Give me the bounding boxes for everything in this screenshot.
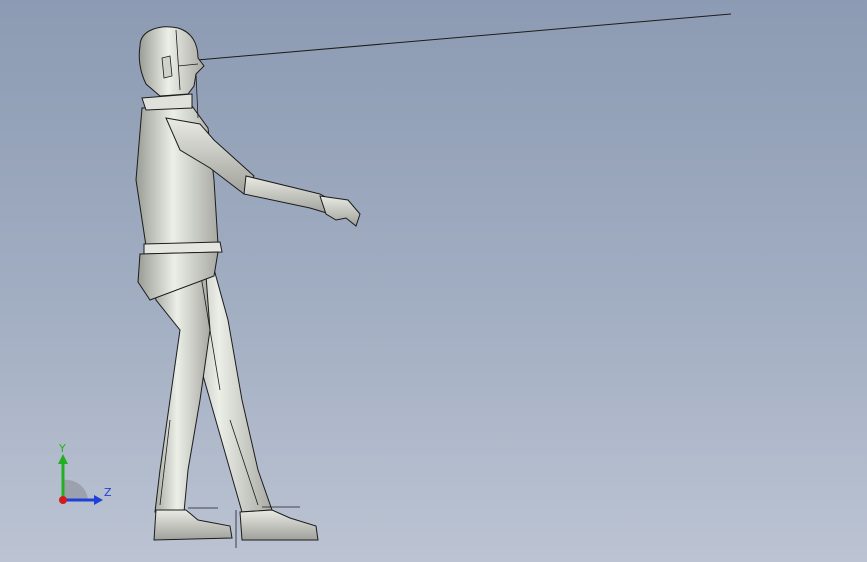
coordinate-triad: Y Z <box>58 442 112 505</box>
left-shoe <box>153 509 233 541</box>
collar <box>141 93 193 111</box>
triad-plane-icon <box>63 479 88 500</box>
left-leg <box>149 261 211 513</box>
ear <box>161 55 173 79</box>
sight-line <box>196 13 732 61</box>
z-axis-label: Z <box>104 486 112 499</box>
z-axis-arrow-icon <box>94 495 103 505</box>
forearm <box>243 175 335 215</box>
x-axis-icon <box>59 496 67 504</box>
y-axis-arrow-icon <box>58 454 68 464</box>
human-model[interactable] <box>0 0 867 562</box>
head <box>138 26 205 97</box>
hand <box>319 195 361 227</box>
right-shoe <box>239 509 319 541</box>
graphics-viewport[interactable]: Y Z <box>0 0 867 562</box>
y-axis-label: Y <box>58 442 66 455</box>
